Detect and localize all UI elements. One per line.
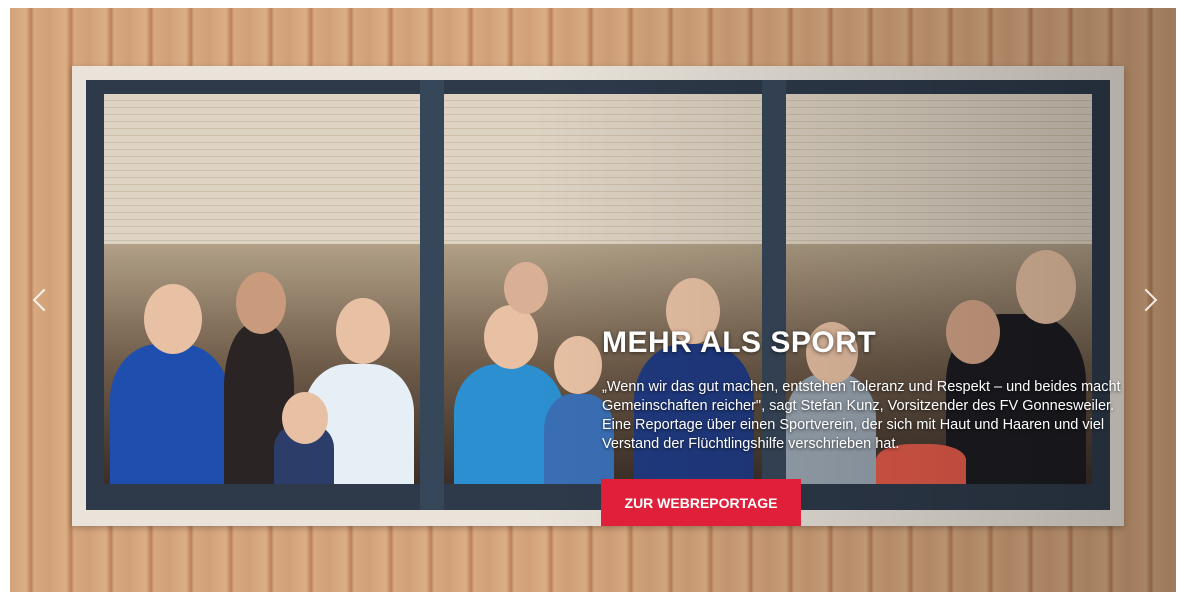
webreportage-button[interactable]: ZUR WEBREPORTAGE: [601, 479, 801, 526]
chevron-right-icon: [1134, 288, 1158, 312]
slide-teaser: „Wenn wir das gut machen, entstehen Tole…: [602, 379, 1121, 452]
slide-title: MEHR ALS SPORT: [602, 326, 877, 359]
slider-prev-button[interactable]: [32, 285, 56, 315]
chevron-left-icon: [32, 288, 56, 312]
slider-next-button[interactable]: [1134, 285, 1158, 315]
hero-slider: [10, 8, 1176, 592]
image-overlay: [10, 8, 1176, 592]
